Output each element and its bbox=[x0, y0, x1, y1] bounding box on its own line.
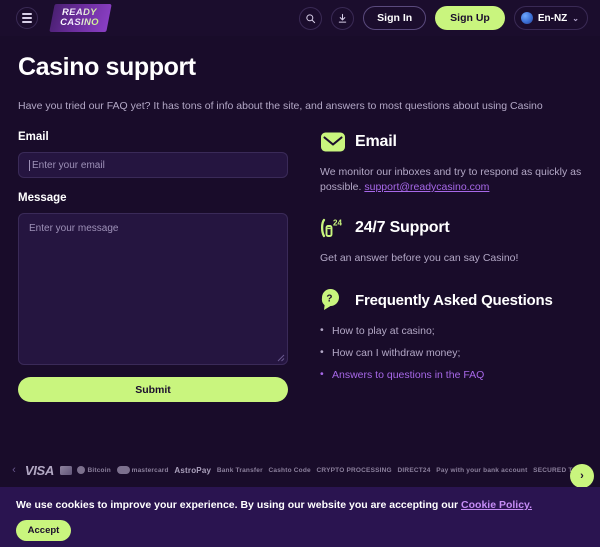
payment-logo-mastercard[interactable]: mastercard bbox=[116, 466, 169, 474]
faq-item[interactable]: Answers to questions in the FAQ bbox=[320, 367, 582, 382]
info-title: Frequently Asked Questions bbox=[355, 291, 553, 309]
burger-line bbox=[22, 21, 32, 23]
hamburger-menu-icon[interactable] bbox=[16, 7, 38, 29]
payment-logo-pay-with-bank[interactable]: Pay with your bank account bbox=[436, 467, 527, 474]
bitcoin-icon bbox=[77, 466, 86, 474]
carousel-next-button[interactable]: › bbox=[570, 464, 594, 488]
burger-line bbox=[22, 17, 32, 19]
payment-logo-visa[interactable]: VISA bbox=[25, 463, 54, 478]
info-header: ? Frequently Asked Questions bbox=[320, 288, 582, 312]
svg-text:24: 24 bbox=[333, 219, 342, 228]
cookie-text-body: We use cookies to improve your experienc… bbox=[16, 499, 462, 511]
support-email-link[interactable]: support@readycasino.com bbox=[364, 181, 489, 193]
page-content: Casino support Have you tried our FAQ ye… bbox=[0, 36, 600, 402]
payment-logo-astropay[interactable]: AstroPay bbox=[174, 466, 211, 475]
faq-list: How to play at casino; How can I withdra… bbox=[320, 323, 582, 382]
payment-logo-label: mastercard bbox=[131, 466, 169, 474]
faq-item[interactable]: How can I withdraw money; bbox=[320, 345, 582, 360]
language-label: En-NZ bbox=[537, 12, 568, 24]
text-cursor bbox=[29, 159, 30, 171]
sign-in-button[interactable]: Sign In bbox=[363, 6, 427, 30]
download-icon[interactable] bbox=[331, 6, 355, 30]
sign-up-button[interactable]: Sign Up bbox=[435, 6, 505, 30]
content-columns: Email Enter your email Message Enter you… bbox=[18, 131, 582, 402]
info-header: 24 24/7 Support bbox=[320, 217, 582, 239]
payment-logo-list: VISA Bitcoin mastercard AstroPay Bank Tr… bbox=[22, 463, 594, 478]
faq-item[interactable]: How to play at casino; bbox=[320, 323, 582, 338]
message-input[interactable]: Enter your message bbox=[18, 213, 288, 365]
cookie-accept-button[interactable]: Accept bbox=[16, 520, 71, 541]
payment-logo-card[interactable] bbox=[59, 465, 72, 475]
info-block-support: 24 24/7 Support Get an answer before you… bbox=[320, 217, 582, 266]
submit-button[interactable]: Submit bbox=[18, 377, 288, 402]
cookie-text: We use cookies to improve your experienc… bbox=[16, 499, 584, 511]
info-body: We monitor our inboxes and try to respon… bbox=[320, 165, 582, 195]
card-icon bbox=[59, 465, 72, 475]
chevron-down-icon: ⌄ bbox=[572, 13, 579, 23]
payment-logo-cashtocode[interactable]: Cashto Code bbox=[269, 467, 311, 474]
support-form: Email Enter your email Message Enter you… bbox=[18, 131, 288, 402]
email-input[interactable]: Enter your email bbox=[18, 152, 288, 178]
info-block-email: Email We monitor our inboxes and try to … bbox=[320, 131, 582, 195]
support-info: Email We monitor our inboxes and try to … bbox=[320, 131, 582, 402]
payment-logo-bank-transfer[interactable]: Bank Transfer bbox=[217, 467, 263, 474]
mastercard-icon bbox=[116, 466, 130, 474]
carousel-prev-button[interactable]: ‹ bbox=[6, 464, 22, 476]
info-title: 24/7 Support bbox=[355, 219, 450, 236]
email-placeholder: Enter your email bbox=[32, 159, 105, 171]
question-bubble-icon: ? bbox=[321, 289, 339, 310]
header-actions: Sign In Sign Up En-NZ ⌄ bbox=[299, 6, 588, 30]
cookie-banner: We use cookies to improve your experienc… bbox=[0, 487, 600, 547]
payment-logo-label: Bitcoin bbox=[87, 466, 111, 474]
cookie-policy-link[interactable]: Cookie Policy. bbox=[461, 499, 532, 511]
site-header: READY CASINO Sign In Sign Up En-NZ ⌄ bbox=[0, 0, 600, 36]
envelope-icon bbox=[321, 132, 345, 152]
page-title: Casino support bbox=[18, 53, 196, 81]
globe-icon bbox=[520, 12, 533, 24]
message-placeholder: Enter your message bbox=[29, 223, 119, 234]
info-body: Get an answer before you can say Casino! bbox=[320, 252, 519, 264]
payment-logo-crypto-processing[interactable]: CRYPTO PROCESSING bbox=[317, 467, 392, 474]
payment-logos-carousel: ‹ VISA Bitcoin mastercard AstroPay Bank … bbox=[0, 452, 600, 488]
info-title: Email bbox=[355, 133, 397, 150]
search-icon[interactable] bbox=[299, 6, 323, 30]
payment-logo-bitcoin[interactable]: Bitcoin bbox=[77, 466, 111, 474]
payment-logo-direct24[interactable]: DIRECT24 bbox=[398, 467, 431, 474]
burger-line bbox=[22, 13, 32, 15]
language-selector[interactable]: En-NZ ⌄ bbox=[513, 6, 588, 30]
page-intro: Have you tried our FAQ yet? It has tons … bbox=[18, 100, 543, 112]
info-block-faq: ? Frequently Asked Questions How to play… bbox=[320, 288, 582, 382]
resize-handle-icon[interactable] bbox=[276, 353, 285, 362]
logo-line-2: CASINO bbox=[60, 16, 99, 28]
info-header: Email bbox=[320, 131, 582, 153]
email-label: Email bbox=[18, 131, 49, 143]
svg-text:?: ? bbox=[326, 294, 332, 305]
phone-24-icon: 24 bbox=[320, 219, 342, 238]
site-logo[interactable]: READY CASINO bbox=[49, 4, 112, 32]
message-label: Message bbox=[18, 192, 67, 204]
